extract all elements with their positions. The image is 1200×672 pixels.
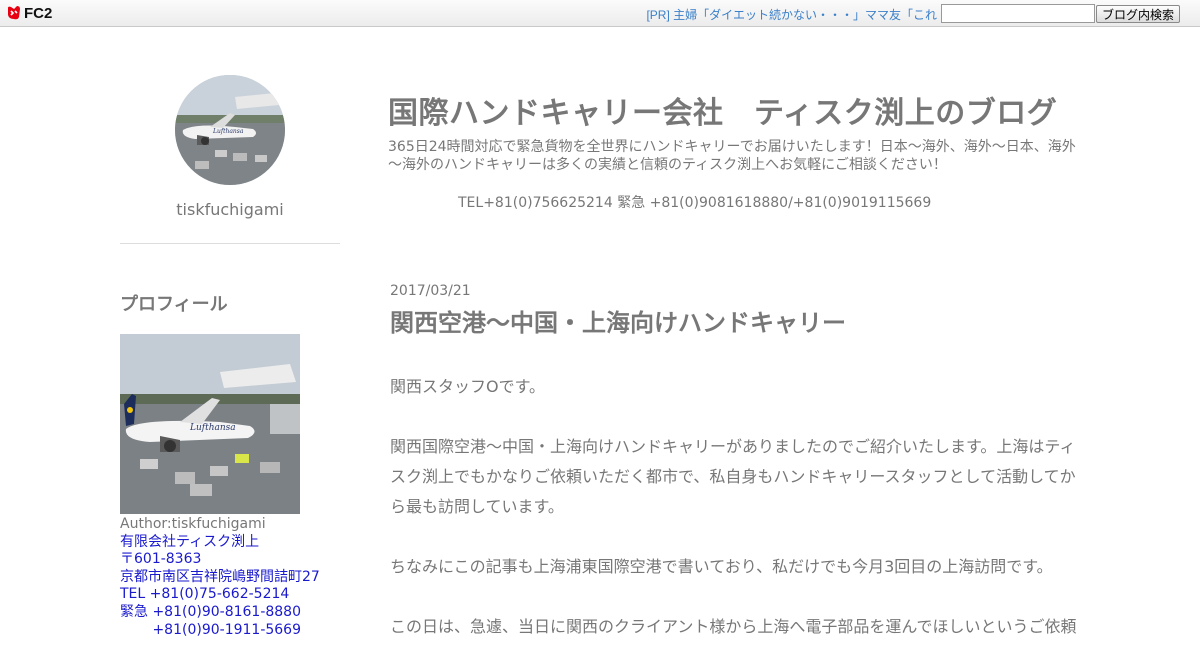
profile-author-line: Author:tiskfuchigami [120, 516, 266, 532]
fc2-logo-icon [6, 5, 22, 21]
entry-paragraph: この日は、急遽、当日に関西のクライアント様から上海へ電子部品を運んでほしいという… [390, 617, 1077, 636]
avatar[interactable]: Lufthansa [175, 75, 285, 185]
svg-text:Lufthansa: Lufthansa [212, 128, 244, 135]
entry-date: 2017/03/21 [390, 283, 471, 299]
airport-profile-image: Lufthansa [120, 334, 300, 514]
fc2-top-bar: FC2 [PR] 主婦「ダイエット続かない・・・」ママ友「これ ブログ内検索 [0, 0, 1200, 27]
entry-paragraph: 関西スタッフOです。 [390, 377, 545, 396]
profile-text: Author:tiskfuchigami 有限会社ティスク渕上 〒601-836… [120, 516, 360, 639]
entry-body: 関西スタッフOです。 関西国際空港～中国・上海向けハンドキャリーがありましたので… [390, 372, 1085, 672]
fc2-logo[interactable]: FC2 [6, 4, 52, 22]
profile-company-link[interactable]: 有限会社ティスク渕上 [120, 534, 360, 552]
blog-search-input[interactable] [941, 4, 1095, 23]
blog-title[interactable]: 国際ハンドキャリー会社 ティスク渕上のブログ [388, 88, 1057, 132]
airport-avatar-image: Lufthansa [175, 75, 285, 185]
sidebar-divider [120, 243, 340, 244]
profile-tel-link[interactable]: TEL +81(0)75-662-5214 [120, 586, 360, 604]
profile-address-link[interactable]: 京都市南区吉祥院嶋野間詰町27 [120, 569, 360, 587]
entry-title[interactable]: 関西空港～中国・上海向けハンドキャリー [390, 303, 846, 338]
fc2-logo-text: FC2 [24, 4, 53, 22]
profile-emergency-link-2[interactable]: +81(0)90-1911-5669 [120, 622, 360, 640]
blog-tel-line: TEL+81(0)756625214 緊急 +81(0)9081618880/+… [458, 195, 932, 211]
blog-description: 365日24時間対応で緊急貨物を全世界にハンドキャリーでお届けいたします！日本～… [388, 139, 1076, 173]
pr-ad-link[interactable]: [PR] 主婦「ダイエット続かない・・・」ママ友「これ [646, 6, 937, 23]
profile-emergency-link-1[interactable]: 緊急 +81(0)90-8161-8880 [120, 604, 360, 622]
profile-photo: Lufthansa [120, 334, 300, 514]
blog-search-button[interactable]: ブログ内検索 [1096, 5, 1180, 23]
entry-paragraph: ちなみにこの記事も上海浦東国際空港で書いており、私だけでも今月3回目の上海訪問で… [390, 557, 1053, 576]
svg-text:Lufthansa: Lufthansa [189, 423, 236, 433]
entry-paragraph: 関西国際空港～中国・上海向けハンドキャリーがありましたのでご紹介いたします。上海… [390, 437, 1076, 516]
author-name[interactable]: tiskfuchigami [120, 200, 340, 219]
profile-heading: プロフィール [120, 294, 228, 315]
profile-postal-link[interactable]: 〒601-8363 [120, 551, 360, 569]
